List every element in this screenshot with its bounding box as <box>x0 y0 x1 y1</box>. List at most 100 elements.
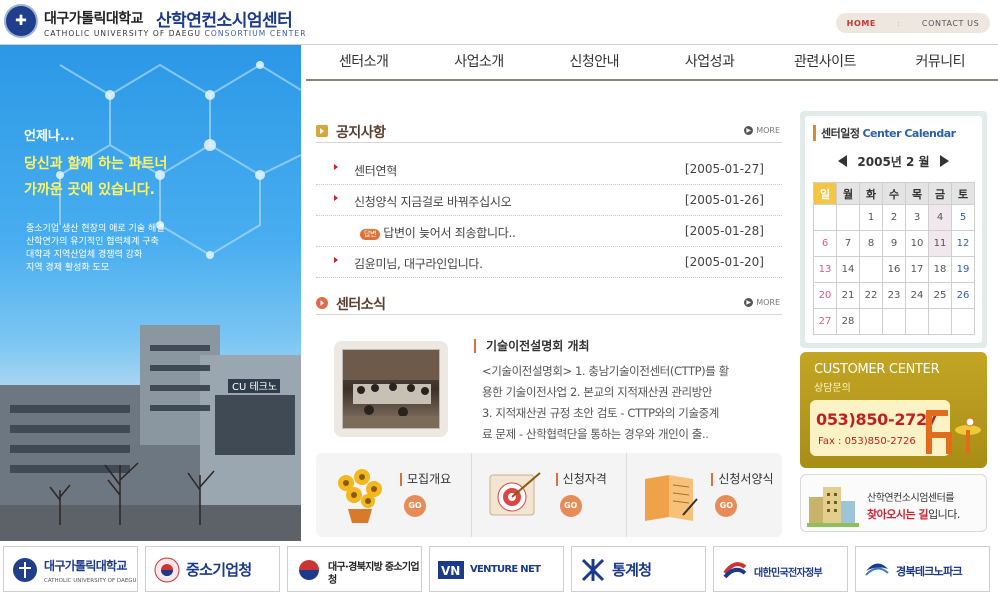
day-cell[interactable]: 26 <box>951 282 975 309</box>
notice-row[interactable]: 답변 답변이 늦어서 죄송합니다.. [2005-01-28] <box>316 216 782 247</box>
quick-label[interactable]: 신청서양식 <box>711 473 774 486</box>
logo-center-name[interactable]: 산학연컨소시엄센터 <box>156 6 293 31</box>
nav-center-intro[interactable]: 센터소개 <box>306 45 421 79</box>
more-label: MORE <box>756 126 780 135</box>
day-cell[interactable]: 12 <box>951 230 975 257</box>
notice-row-title[interactable]: 센터연혁 <box>354 162 397 179</box>
notice-row[interactable]: 센터연혁 [2005-01-27] <box>316 154 782 185</box>
customer-center-subtitle: 상담문의 <box>814 383 851 394</box>
next-month-icon[interactable] <box>939 155 949 167</box>
weekday-cell: 수 <box>882 182 906 205</box>
day-cell[interactable] <box>951 308 975 335</box>
news-thumbnail-photo[interactable] <box>342 349 440 429</box>
customer-center-title: CUSTOMER CENTER <box>814 362 940 377</box>
day-cell[interactable]: 1 <box>859 204 883 231</box>
day-cell[interactable] <box>813 204 837 231</box>
notice-row-title[interactable]: 신청양식 지금걸로 바꿔주십시오 <box>354 193 512 210</box>
home-link[interactable]: HOME <box>847 19 876 28</box>
weekday-cell: 금 <box>928 182 952 205</box>
day-cell[interactable] <box>882 308 906 335</box>
news-more-link[interactable]: ▶ MORE <box>744 298 780 307</box>
calendar-year: 2005년 <box>857 155 902 169</box>
day-cell[interactable]: 27 <box>813 308 837 335</box>
nav-community[interactable]: 커뮤니티 <box>883 45 998 79</box>
banner-technopark[interactable]: 경북테크노파크 <box>855 546 990 592</box>
day-cell[interactable]: 8 <box>859 230 883 257</box>
notice-row-title-wrap[interactable]: 답변 답변이 늦어서 죄송합니다.. <box>360 224 516 241</box>
day-cell[interactable] <box>928 308 952 335</box>
quick-recruit-overview[interactable]: 모집개요 GO <box>316 453 472 537</box>
directions-box[interactable]: 산학연컨소시엄센터를 찾아오시는 길입니다. <box>800 474 987 532</box>
day-cell[interactable]: 19 <box>951 256 975 283</box>
day-cell[interactable]: 9 <box>882 230 906 257</box>
notice-row[interactable]: 김윤미님, 대구라인입니다. [2005-01-20] <box>316 247 782 278</box>
weekday-cell: 목 <box>905 182 929 205</box>
notice-more-link[interactable]: ▶ MORE <box>744 126 780 135</box>
day-cell[interactable]: 2 <box>882 204 906 231</box>
quick-eligibility[interactable]: 신청자격 GO <box>472 453 628 537</box>
banner-daegu-gyeongbuk-smba[interactable]: 대구·경북지방 중소기업청 <box>287 546 422 592</box>
quick-application-forms[interactable]: 신청서양식 GO <box>627 453 782 537</box>
day-cell[interactable] <box>859 308 883 335</box>
nav-related-sites[interactable]: 관련사이트 <box>767 45 882 79</box>
day-cell[interactable] <box>859 256 883 283</box>
customer-fax: Fax : 053)850-2726 <box>818 436 916 447</box>
banner-smba[interactable]: 중소기업청 <box>145 546 280 592</box>
hero-desc-line: 지역 경제 활성화 도모 <box>26 263 110 273</box>
news-article-summary[interactable]: <기술이전설명회> 1. 충남기술이전센터(CTTP)를 활 용한 기술이전사업… <box>482 361 776 445</box>
day-cell[interactable]: 22 <box>859 282 883 309</box>
day-cell[interactable]: 4 <box>928 204 952 231</box>
customer-center-box[interactable]: CUSTOMER CENTER 상담문의 053)850-2727 Fax : … <box>800 352 987 468</box>
contact-us-link[interactable]: CONTACT US <box>922 19 979 28</box>
banner-venture-net[interactable]: VN VENTURE NET <box>429 546 564 592</box>
day-cell[interactable]: 16 <box>882 256 906 283</box>
logo-university-name[interactable]: 대구가톨릭대학교 <box>44 8 144 28</box>
day-cell[interactable] <box>905 308 929 335</box>
day-cell[interactable]: 28 <box>836 308 860 335</box>
go-button[interactable]: GO <box>559 495 582 517</box>
notice-row-date: [2005-01-28] <box>684 224 764 238</box>
day-cell[interactable]: 20 <box>813 282 837 309</box>
news-thumbnail-frame[interactable] <box>334 341 448 437</box>
notice-row-title[interactable]: 답변이 늦어서 죄송합니다.. <box>383 226 516 240</box>
banner-egov[interactable]: 대한민국전자정부 <box>713 546 848 592</box>
day-cell[interactable]: 25 <box>928 282 952 309</box>
day-cell[interactable]: 5 <box>951 204 975 231</box>
day-cell[interactable]: 3 <box>905 204 929 231</box>
day-cell[interactable]: 6 <box>813 230 837 257</box>
university-emblem-icon[interactable]: ✚ <box>4 4 38 38</box>
day-cell[interactable]: 23 <box>882 282 906 309</box>
calendar-month-nav: 2005년 2 월 <box>805 153 982 170</box>
day-cell[interactable]: 13 <box>813 256 837 283</box>
news-article-title[interactable]: 기술이전설명회 개최 <box>474 339 590 353</box>
day-cell[interactable]: 10 <box>905 230 929 257</box>
calendar-grid: 일 월 화 수 목 금 토 1 2 3 4 5 6 7 8 9 10 11 12… <box>813 182 975 335</box>
day-cell[interactable]: 17 <box>905 256 929 283</box>
day-cell[interactable]: 11 <box>928 230 952 257</box>
banner-statistics[interactable]: 통계청 <box>571 546 706 592</box>
day-cell[interactable]: 21 <box>836 282 860 309</box>
go-button[interactable]: GO <box>404 495 426 517</box>
go-button[interactable]: GO <box>715 495 738 517</box>
day-cell[interactable] <box>836 204 860 231</box>
notice-row-title[interactable]: 김윤미님, 대구라인입니다. <box>354 255 483 272</box>
day-cell[interactable]: 7 <box>836 230 860 257</box>
nav-business-results[interactable]: 사업성과 <box>652 45 767 79</box>
folder-icon <box>645 475 699 521</box>
day-cell[interactable]: 14 <box>836 256 860 283</box>
directions-rest: 입니다. <box>928 508 960 521</box>
nav-application-guide[interactable]: 신청안내 <box>537 45 652 79</box>
weekday-cell: 토 <box>951 182 975 205</box>
day-cell[interactable]: 24 <box>905 282 929 309</box>
day-cell[interactable]: 18 <box>928 256 952 283</box>
notice-row[interactable]: 신청양식 지금걸로 바꿔주십시오 [2005-01-26] <box>316 185 782 216</box>
quick-label[interactable]: 모집개요 <box>400 473 451 486</box>
banner-catholic-univ[interactable]: 대구가톨릭대학교 CATHOLIC UNIVERSITY OF DAEGU <box>3 546 138 592</box>
quick-label[interactable]: 신청자격 <box>555 473 607 486</box>
prev-month-icon[interactable] <box>838 155 848 167</box>
technopark-logo-icon <box>865 563 889 576</box>
university-emblem-icon <box>13 558 37 582</box>
hero-description: 중소기업 생산 현장의 애로 기술 해결 산학연가의 유기적인 협력체계 구축 … <box>26 223 286 275</box>
main-content: 공지사항 ▶ MORE 센터연혁 [2005-01-27] 신청양식 지금걸로 … <box>306 83 792 541</box>
nav-business-intro[interactable]: 사업소개 <box>421 45 536 79</box>
